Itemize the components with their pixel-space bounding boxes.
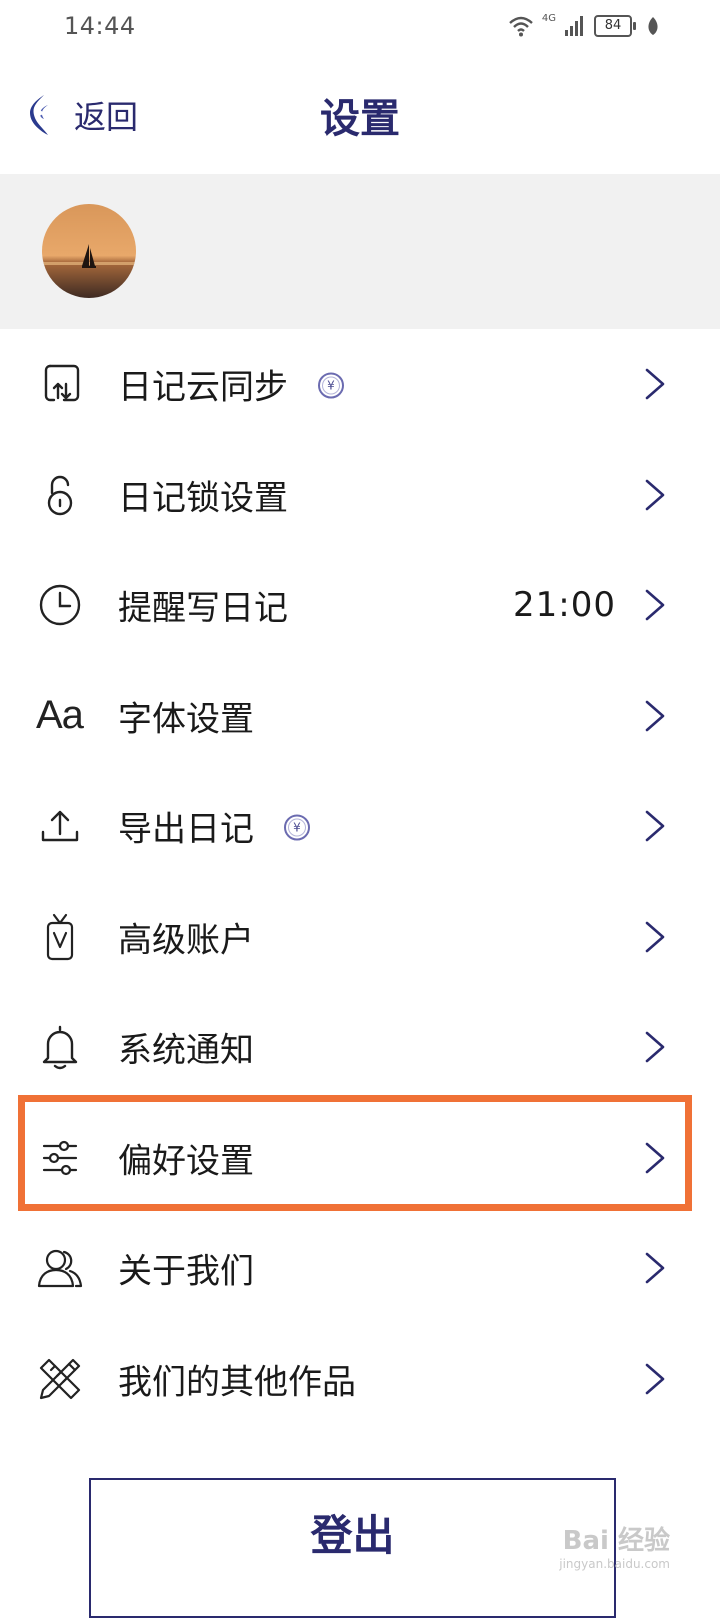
- settings-menu: 日记云同步 ¥ 日记锁设置 提醒写日记 21:00 Aa 字体设置 导出日记 ¥…: [0, 329, 700, 1434]
- menu-item-premium-account[interactable]: 高级账户: [0, 882, 700, 993]
- chevron-right-icon: [645, 810, 665, 842]
- menu-item-about[interactable]: 关于我们: [0, 1213, 700, 1324]
- reminder-time-value: 21:00: [513, 585, 616, 626]
- export-icon: [36, 802, 84, 850]
- menu-item-label: 提醒写日记: [118, 588, 288, 629]
- watermark: Bai 经验 jingyan.baidu.com: [559, 1528, 670, 1570]
- logout-button[interactable]: 登出: [89, 1478, 616, 1618]
- signal-icon: [565, 16, 583, 36]
- menu-item-label: 关于我们: [118, 1251, 254, 1292]
- menu-item-label: 我们的其他作品: [118, 1362, 356, 1403]
- clock-icon: [36, 581, 84, 629]
- menu-item-font[interactable]: Aa 字体设置: [0, 661, 700, 772]
- chevron-right-icon: [645, 700, 665, 732]
- menu-item-notifications[interactable]: 系统通知: [0, 992, 700, 1103]
- menu-item-label: 字体设置: [118, 699, 254, 740]
- logout-label: 登出: [310, 1511, 395, 1560]
- avatar[interactable]: [42, 204, 136, 298]
- menu-item-label: 日记锁设置: [118, 478, 288, 519]
- leaf-icon: [648, 17, 658, 35]
- menu-item-label: 系统通知: [118, 1030, 254, 1071]
- menu-item-label: 偏好设置: [118, 1141, 254, 1182]
- page-title: 设置: [320, 96, 400, 142]
- menu-item-label: 高级账户: [118, 920, 254, 961]
- watermark-sub: jingyan.baidu.com: [559, 1557, 670, 1571]
- premium-badge-icon: ¥: [318, 372, 344, 399]
- menu-item-cloud-sync[interactable]: 日记云同步 ¥: [0, 329, 700, 440]
- menu-item-other-works[interactable]: 我们的其他作品: [0, 1324, 700, 1435]
- watermark-text: Bai 经验: [562, 1526, 670, 1556]
- premium-account-icon: [36, 913, 84, 961]
- cloud-sync-icon: [36, 360, 84, 408]
- premium-badge-icon: ¥: [284, 814, 310, 841]
- network-type: 4G: [541, 12, 556, 24]
- status-bar: 14:44 4G 84: [0, 0, 720, 56]
- chevron-right-icon: [645, 1142, 665, 1174]
- menu-item-label: 导出日记: [118, 809, 254, 850]
- menu-item-diary-lock[interactable]: 日记锁设置: [0, 440, 700, 551]
- pencil-ruler-icon: [36, 1355, 84, 1403]
- battery-indicator: 84: [594, 15, 636, 37]
- bell-icon: [36, 1023, 84, 1071]
- chevron-right-icon: [645, 589, 665, 621]
- chevron-right-icon: [645, 1363, 665, 1395]
- sliders-icon: [36, 1134, 84, 1182]
- menu-item-reminder[interactable]: 提醒写日记 21:00: [0, 550, 700, 661]
- menu-item-label: 日记云同步: [118, 367, 288, 408]
- status-time: 14:44: [64, 12, 136, 40]
- status-icons: 4G 84: [508, 12, 660, 40]
- chevron-right-icon: [645, 479, 665, 511]
- header: 返回 设置: [0, 56, 720, 174]
- chevron-right-icon: [645, 921, 665, 953]
- menu-item-preferences[interactable]: 偏好设置: [0, 1103, 700, 1214]
- wifi-icon: [509, 16, 533, 37]
- menu-item-export[interactable]: 导出日记 ¥: [0, 771, 700, 882]
- chevron-right-icon: [645, 1031, 665, 1063]
- lock-icon: [36, 471, 84, 519]
- font-icon: Aa: [36, 693, 84, 738]
- people-icon: [36, 1244, 84, 1292]
- profile-section: [0, 174, 720, 329]
- chevron-right-icon: [645, 368, 665, 400]
- chevron-right-icon: [645, 1252, 665, 1284]
